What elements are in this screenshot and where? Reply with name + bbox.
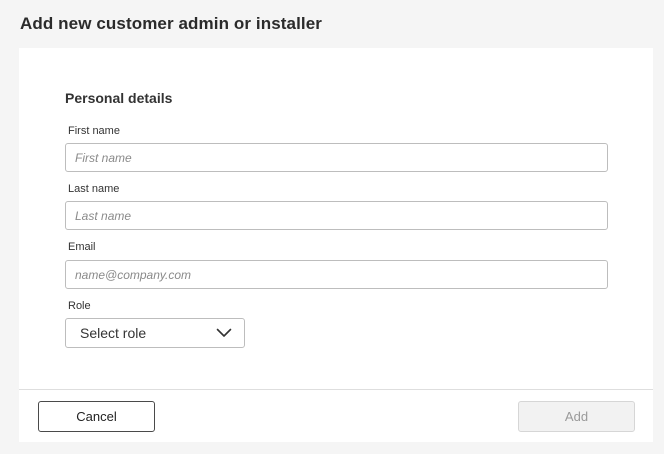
role-select[interactable]: Select role	[65, 318, 245, 348]
first-name-input[interactable]	[65, 143, 608, 172]
last-name-input[interactable]	[65, 201, 608, 230]
footer-divider	[19, 389, 653, 390]
role-label: Role	[68, 300, 91, 312]
chevron-down-icon	[216, 328, 232, 338]
role-select-value: Select role	[80, 325, 147, 341]
cancel-button[interactable]: Cancel	[38, 401, 155, 432]
last-name-label: Last name	[68, 183, 120, 195]
form-panel: Personal details First name Last name Em…	[19, 48, 653, 442]
page-title: Add new customer admin or installer	[20, 14, 323, 33]
section-title: Personal details	[65, 90, 173, 106]
email-input[interactable]	[65, 260, 608, 289]
add-button[interactable]: Add	[518, 401, 635, 432]
email-label: Email	[68, 241, 96, 253]
first-name-label: First name	[68, 125, 120, 137]
